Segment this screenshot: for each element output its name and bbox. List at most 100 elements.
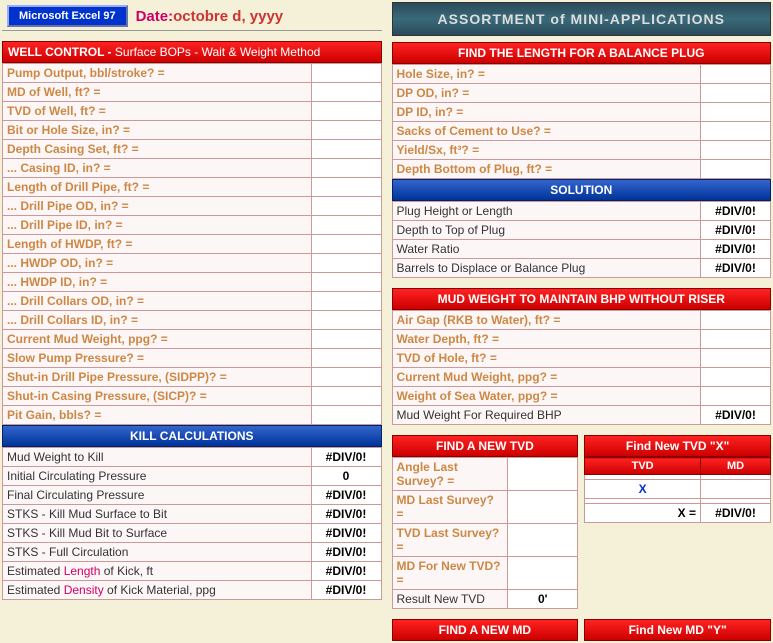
balance-plug-solution: Plug Height or Length#DIV/0!Depth to Top… (392, 201, 772, 278)
result-label: STKS - Kill Mud Surface to Bit (3, 505, 312, 524)
result-label: Depth to Top of Plug (392, 221, 701, 240)
input-label: Pit Gain, bbls? = (3, 406, 312, 425)
result-value: #DIV/0! (701, 221, 771, 240)
input-cell[interactable] (311, 102, 381, 121)
input-label: ... Drill Pipe ID, in? = (3, 216, 312, 235)
input-label: Hole Size, in? = (392, 65, 701, 84)
result-value: #DIV/0! (311, 448, 381, 467)
input-cell[interactable] (311, 178, 381, 197)
input-cell[interactable] (701, 141, 771, 160)
input-label: Angle Last Survey? = (392, 458, 508, 491)
input-label: Shut-in Drill Pipe Pressure, (SIDPP)? = (3, 368, 312, 387)
input-cell[interactable] (701, 103, 771, 122)
input-label: MD For New TVD? = (392, 557, 508, 590)
input-cell[interactable] (311, 216, 381, 235)
result-value: #DIV/0! (701, 406, 771, 425)
result-label: Mud Weight For Required BHP (392, 406, 701, 425)
result-value: 0' (508, 590, 578, 609)
input-label: Weight of Sea Water, ppg? = (392, 387, 701, 406)
x-result: #DIV/0! (701, 504, 771, 523)
input-cell[interactable] (701, 65, 771, 84)
input-label: Current Mud Weight, ppg? = (392, 368, 701, 387)
input-cell[interactable] (701, 387, 771, 406)
input-cell[interactable] (311, 292, 381, 311)
input-cell[interactable] (311, 349, 381, 368)
new-tvd-header: FIND A NEW TVD (392, 435, 579, 457)
result-label: Water Ratio (392, 240, 701, 259)
input-cell[interactable] (508, 524, 578, 557)
input-cell[interactable] (311, 330, 381, 349)
input-cell[interactable] (311, 235, 381, 254)
result-value: #DIV/0! (311, 562, 381, 581)
input-label: Length of HWDP, ft? = (3, 235, 312, 254)
input-label: MD of Well, ft? = (3, 83, 312, 102)
input-cell[interactable] (311, 64, 381, 83)
input-label: ... Drill Collars ID, in? = (3, 311, 312, 330)
result-label: Estimated Density of Kick Material, ppg (3, 581, 312, 600)
result-label: Mud Weight to Kill (3, 448, 312, 467)
input-cell[interactable] (701, 349, 771, 368)
input-cell[interactable] (508, 491, 578, 524)
result-value: #DIV/0! (311, 524, 381, 543)
kill-calc-header: KILL CALCULATIONS (2, 425, 382, 447)
input-cell[interactable] (311, 140, 381, 159)
result-value: #DIV/0! (311, 581, 381, 600)
result-value: #DIV/0! (311, 486, 381, 505)
input-label: MD Last Survey? = (392, 491, 508, 524)
result-value: #DIV/0! (701, 240, 771, 259)
input-label: Slow Pump Pressure? = (3, 349, 312, 368)
input-cell[interactable] (508, 458, 578, 491)
input-label: TVD Last Survey? = (392, 524, 508, 557)
input-cell[interactable] (311, 368, 381, 387)
new-md-header: FIND A NEW MD (392, 619, 579, 641)
new-tvd-table: Angle Last Survey? =MD Last Survey? =TVD… (392, 457, 579, 609)
x-eq-label: X = (585, 504, 701, 523)
input-cell[interactable] (311, 406, 381, 425)
md-y-header: Find New MD "Y" (584, 619, 771, 641)
result-label: STKS - Kill Mud Bit to Surface (3, 524, 312, 543)
tvd-x-header: Find New TVD "X" (584, 435, 771, 457)
result-label: STKS - Full Circulation (3, 543, 312, 562)
input-label: ... Drill Pipe OD, in? = (3, 197, 312, 216)
input-label: TVD of Well, ft? = (3, 102, 312, 121)
input-cell[interactable] (311, 254, 381, 273)
kill-calc-table: Mud Weight to Kill#DIV/0!Initial Circula… (2, 447, 382, 600)
solution-header: SOLUTION (392, 179, 772, 201)
input-label: ... Casing ID, in? = (3, 159, 312, 178)
input-cell[interactable] (701, 311, 771, 330)
tvd-col: TVD (585, 458, 701, 475)
tvd-x-table: TVDMD X X =#DIV/0! (584, 457, 771, 523)
well-control-table: Pump Output, bbl/stroke? =MD of Well, ft… (2, 63, 382, 425)
date-label: Date: (128, 8, 174, 25)
result-value: #DIV/0! (701, 202, 771, 221)
result-label: Initial Circulating Pressure (3, 467, 312, 486)
input-label: Air Gap (RKB to Water), ft? = (392, 311, 701, 330)
md-col: MD (701, 458, 771, 475)
result-label: Estimated Length of Kick, ft (3, 562, 312, 581)
input-cell[interactable] (508, 557, 578, 590)
mud-weight-header: MUD WEIGHT TO MAINTAIN BHP WITHOUT RISER (392, 288, 772, 310)
result-label: Plug Height or Length (392, 202, 701, 221)
input-cell[interactable] (701, 84, 771, 103)
input-cell[interactable] (311, 121, 381, 140)
input-cell[interactable] (311, 83, 381, 102)
result-label: Final Circulating Pressure (3, 486, 312, 505)
input-label: Yield/Sx, ft³? = (392, 141, 701, 160)
input-label: Pump Output, bbl/stroke? = (3, 64, 312, 83)
mud-weight-table: Air Gap (RKB to Water), ft? =Water Depth… (392, 310, 772, 425)
result-value: #DIV/0! (701, 259, 771, 278)
excel-badge: Microsoft Excel 97 (7, 5, 128, 27)
input-cell[interactable] (311, 311, 381, 330)
input-cell[interactable] (701, 330, 771, 349)
input-cell[interactable] (701, 368, 771, 387)
input-label: Depth Bottom of Plug, ft? = (392, 160, 701, 179)
balance-plug-header: FIND THE LENGTH FOR A BALANCE PLUG (392, 42, 772, 64)
date-value: octobre d, yyyy (173, 8, 283, 25)
input-cell[interactable] (311, 159, 381, 178)
input-cell[interactable] (311, 273, 381, 292)
md-cell-2[interactable] (701, 480, 771, 499)
input-cell[interactable] (311, 197, 381, 216)
input-cell[interactable] (311, 387, 381, 406)
input-cell[interactable] (701, 160, 771, 179)
input-cell[interactable] (701, 122, 771, 141)
